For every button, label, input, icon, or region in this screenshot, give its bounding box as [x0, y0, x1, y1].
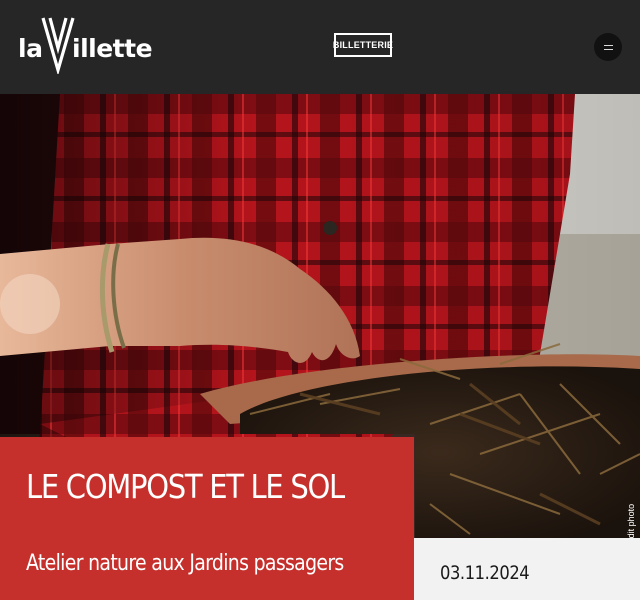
- la-villette-logo[interactable]: la illette: [18, 16, 153, 76]
- event-date: 03.11.2024: [440, 562, 530, 584]
- site-header: la illette BILLETTERIE: [0, 0, 640, 94]
- logo-v-mark-icon: [41, 17, 75, 74]
- billetterie-button[interactable]: BILLETTERIE: [333, 33, 393, 57]
- menu-button[interactable]: [594, 33, 622, 61]
- logo-text-la: la: [18, 34, 43, 63]
- menu-line-top: [603, 44, 613, 46]
- event-title: LE COMPOST ET LE SOL: [26, 467, 345, 506]
- event-info-panel: LE COMPOST ET LE SOL Atelier nature aux …: [0, 437, 414, 600]
- menu-line-bottom: [603, 48, 613, 50]
- event-subtitle: Atelier nature aux Jardins passagers: [26, 551, 344, 576]
- event-date-panel: 03.11.2024: [414, 538, 640, 600]
- logo-text-rest: illette: [72, 34, 153, 63]
